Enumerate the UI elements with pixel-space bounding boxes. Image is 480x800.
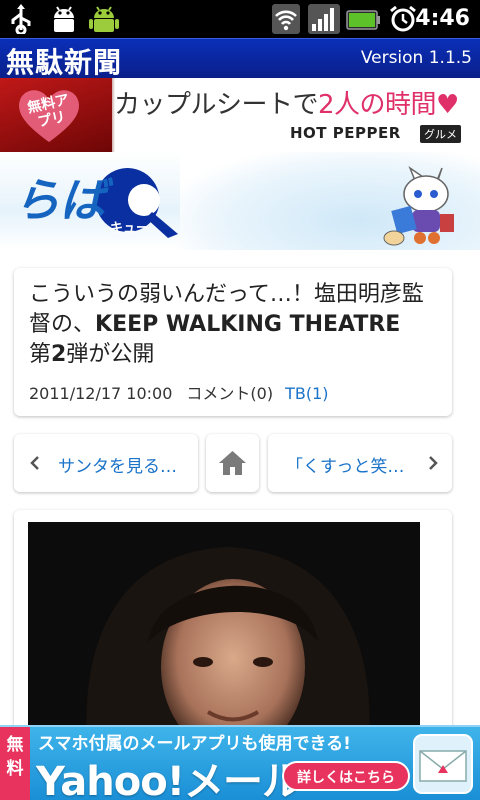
- ad-brand-tag: グルメ: [420, 125, 461, 143]
- article-header-card: こういうの弱いんだって…！塩田明彦監督の、KEEP WALKING THEATR…: [14, 268, 452, 416]
- app-title-bar: 無駄新聞 Version 1.1.5: [0, 38, 480, 79]
- ad-free-text: 無料: [6, 735, 24, 779]
- home-button[interactable]: [206, 434, 259, 492]
- ad-detail-button[interactable]: 詳しくはこちら: [282, 761, 410, 791]
- bottom-ad-banner[interactable]: 無料 スマホ付属のメールアプリも使用できる! Yahoo!メール 詳しくはこちら: [0, 725, 480, 800]
- site-logo-banner[interactable]: らば キュー: [0, 152, 480, 250]
- logo-text: らば: [14, 173, 114, 227]
- signal-icon: [308, 4, 340, 34]
- title-bold-number: 2: [51, 342, 67, 367]
- wifi-icon: [272, 4, 300, 34]
- prev-article-button[interactable]: サンタを見る…: [14, 434, 198, 492]
- android-icon: [89, 6, 119, 32]
- prev-article-label: サンタを見る…: [58, 457, 177, 477]
- ad-brand: HOT PEPPER: [290, 124, 401, 142]
- home-icon: [219, 451, 246, 475]
- comment-count[interactable]: コメント(0): [186, 384, 273, 403]
- ad-headline-main: カップルシートで: [114, 90, 319, 120]
- app-version: Version 1.1.5: [360, 48, 472, 68]
- status-bar: 4:46: [0, 0, 480, 38]
- article-title: こういうの弱いんだって…！塩田明彦監督の、KEEP WALKING THEATR…: [29, 280, 439, 370]
- screen: 4:46 無駄新聞 Version 1.1.5 無料アプリ カップルシートで2人…: [0, 0, 480, 800]
- logo-kana: キュー: [110, 221, 149, 236]
- title-text-3: 弾が公開: [66, 342, 155, 367]
- mail-envelope-icon: [413, 734, 473, 794]
- next-article-label: 「くすっと笑…: [286, 457, 405, 477]
- article-photo: [28, 522, 420, 752]
- app-title: 無駄新聞: [6, 46, 123, 79]
- chevron-right-icon: [429, 456, 438, 470]
- next-article-button[interactable]: 「くすっと笑…: [268, 434, 452, 492]
- alarm-icon: [390, 5, 416, 32]
- ad-free-label: 無料: [0, 727, 30, 800]
- article-meta: 2011/12/17 10:00 コメント(0) TB(1): [29, 380, 329, 404]
- chevron-left-icon: [30, 456, 39, 470]
- title-bold-text: KEEP WALKING THEATRE: [95, 312, 401, 337]
- usb-icon: [11, 4, 31, 34]
- clock-time: 4:46: [415, 6, 470, 31]
- android-debug-icon: [54, 6, 74, 32]
- title-text-2: 第: [29, 342, 52, 367]
- rabaq-logo: らば キュー: [14, 168, 178, 238]
- mascot-cat-icon: [383, 165, 454, 246]
- ad-headline-accent: 2人の時間♥: [318, 90, 459, 120]
- battery-icon: [346, 10, 380, 30]
- top-ad-banner[interactable]: 無料アプリ カップルシートで2人の時間♥ HOT PEPPER グルメ: [0, 78, 480, 152]
- ad-headline: カップルシートで2人の時間♥: [114, 84, 459, 121]
- trackback-link[interactable]: TB(1): [285, 384, 328, 403]
- article-datetime: 2011/12/17 10:00: [29, 384, 173, 403]
- ad-product-name: Yahoo!メール: [36, 759, 302, 800]
